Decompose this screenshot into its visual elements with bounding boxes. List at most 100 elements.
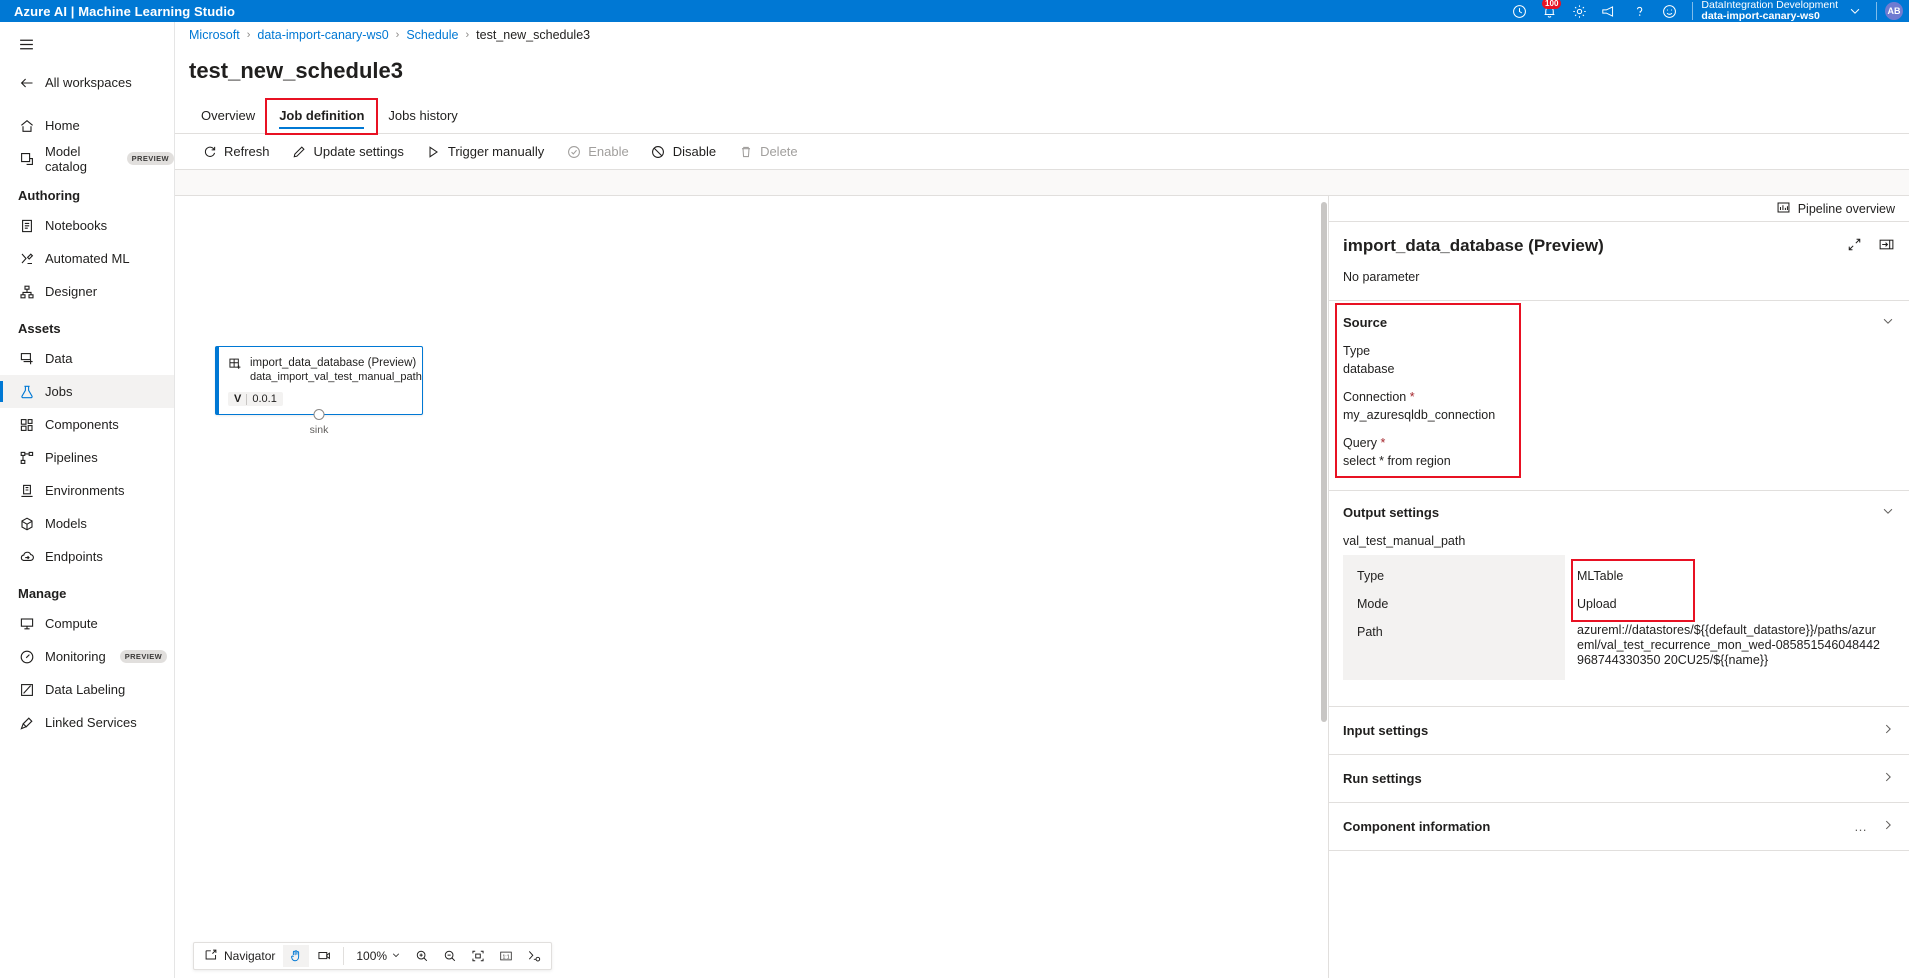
output-properties-values: MLTable Upload azureml://datastores/${{d… [1565,555,1895,680]
avatar[interactable]: AB [1885,2,1903,20]
pipeline-canvas[interactable]: import_data_database (Preview) data_impo… [175,196,1329,978]
component-information-label: Component information [1343,819,1491,834]
component-information-section[interactable]: Component information … [1329,802,1909,850]
panel-bottom-divider [1329,850,1909,851]
hamburger-menu-icon[interactable] [6,28,46,60]
breadcrumb-item-schedule[interactable]: Schedule [406,28,458,42]
sidebar-item-automated-ml[interactable]: Automated ML [0,242,174,275]
tab-jobs-history[interactable]: Jobs history [376,100,469,133]
tab-bar: Overview Job definition Jobs history [175,98,1909,135]
zoom-out-icon[interactable] [437,945,463,967]
notebook-icon [18,217,35,234]
sidebar-item-all-workspaces[interactable]: All workspaces [0,66,174,99]
designer-icon [18,283,35,300]
zoom-in-icon[interactable] [409,945,435,967]
tab-overview[interactable]: Overview [189,100,267,133]
trigger-manually-label: Trigger manually [447,144,545,159]
sidebar-item-models[interactable]: Models [0,507,174,540]
question-icon[interactable] [1624,0,1654,22]
source-section-header[interactable]: Source [1329,301,1909,344]
output-settings-header[interactable]: Output settings [1329,491,1909,534]
sidebar-item-endpoints[interactable]: Endpoints [0,540,174,573]
dock-right-icon[interactable] [1878,237,1895,255]
navigator-icon [204,948,218,965]
sidebar-item-compute[interactable]: Compute [0,607,174,640]
input-settings-label: Input settings [1343,723,1429,738]
breadcrumb-item-current: test_new_schedule3 [476,28,591,42]
chevron-right-icon[interactable] [1881,770,1895,787]
account-info[interactable]: DataIntegration Development data-import-… [1701,0,1842,22]
breadcrumb-item-microsoft[interactable]: Microsoft [189,28,240,42]
auto-layout-icon[interactable] [521,945,547,967]
table-row-value: Upload [1577,597,1617,611]
delete-button: Delete [729,139,807,164]
more-options-icon[interactable]: … [1854,819,1867,834]
chevron-down-icon[interactable] [1881,504,1895,521]
models-icon [18,515,35,532]
sidebar-item-designer[interactable]: Designer [0,275,174,308]
input-settings-section[interactable]: Input settings [1329,706,1909,754]
megaphone-icon[interactable] [1594,0,1624,22]
navigator-button[interactable]: Navigator [198,944,281,969]
refresh-icon [202,144,217,159]
zoom-level-selector[interactable]: 100% [350,949,407,963]
sidebar-item-linked-services[interactable]: Linked Services [0,706,174,739]
field-value: select * from region [1343,454,1451,468]
disable-label: Disable [672,144,717,159]
smiley-icon[interactable] [1654,0,1684,22]
sidebar-item-components[interactable]: Components [0,408,174,441]
refresh-button[interactable]: Refresh [193,139,279,164]
breadcrumb-separator: › [465,29,470,41]
sidebar-item-home[interactable]: Home [0,109,174,142]
update-settings-label: Update settings [313,144,404,159]
app-shell: All workspaces Home Model catalog PREVIE… [0,22,1909,978]
preview-badge: PREVIEW [126,152,174,165]
component-icon [228,357,242,374]
node-output-port[interactable] [313,409,325,420]
chevron-down-icon[interactable] [1842,4,1868,18]
canvas-scrollbar[interactable] [1321,202,1327,722]
expand-icon[interactable] [1847,237,1862,255]
trigger-manually-button[interactable]: Trigger manually [417,139,553,164]
linked-services-icon [18,714,35,731]
chevron-right-icon[interactable] [1881,818,1895,835]
run-settings-section[interactable]: Run settings [1329,754,1909,802]
gear-icon[interactable] [1564,0,1594,22]
pipeline-node[interactable]: import_data_database (Preview) data_impo… [215,346,423,436]
svg-text:1:1: 1:1 [503,954,510,960]
canvas-surface[interactable]: import_data_database (Preview) data_impo… [175,196,1328,978]
chevron-down-icon[interactable] [1881,314,1895,331]
node-port-label: sink [309,424,329,436]
screenshot-icon[interactable] [311,945,337,967]
breadcrumb-item-workspace[interactable]: data-import-canary-ws0 [257,28,388,42]
pan-hand-icon[interactable] [283,945,310,967]
sidebar-item-jobs[interactable]: Jobs [0,375,174,408]
table-row-key: Type [1357,569,1385,583]
actual-size-icon[interactable]: 1:1 [493,945,519,967]
clock-icon[interactable] [1504,0,1534,22]
sidebar-item-notebooks[interactable]: Notebooks [0,209,174,242]
zoom-level-value: 100% [356,949,388,963]
source-section: Source Type database Connection * my_azu… [1329,300,1909,490]
update-settings-button[interactable]: Update settings [283,139,413,164]
notification-badge: 100 [1542,0,1562,9]
breadcrumb: Microsoft › data-import-canary-ws0 › Sch… [175,22,1909,48]
disable-button[interactable]: Disable [642,139,725,164]
version-divider [246,393,248,405]
sidebar-item-monitoring[interactable]: Monitoring PREVIEW [0,640,174,673]
tab-job-definition[interactable]: Job definition [265,98,379,135]
pipeline-overview-label[interactable]: Pipeline overview [1798,202,1895,216]
sidebar-item-data-labeling[interactable]: Data Labeling [0,673,174,706]
sidebar-item-data[interactable]: Data [0,342,174,375]
sidebar-item-model-catalog[interactable]: Model catalog PREVIEW [0,142,174,175]
fit-screen-icon[interactable] [465,945,491,967]
pencil-icon [292,144,307,159]
bell-icon[interactable]: 100 [1534,0,1564,22]
chevron-right-icon[interactable] [1881,722,1895,739]
sidebar-item-label: Endpoints [45,549,103,564]
sidebar-item-pipelines[interactable]: Pipelines [0,441,174,474]
sidebar-item-environments[interactable]: Environments [0,474,174,507]
field-label-text: Connection [1343,390,1407,404]
breadcrumb-separator: › [395,29,400,41]
